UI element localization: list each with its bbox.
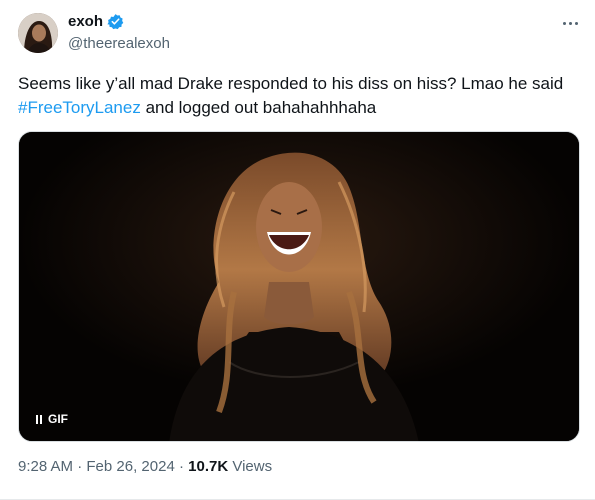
- more-horizontal-icon[interactable]: [559, 16, 581, 30]
- author-name-row[interactable]: exoh: [68, 13, 124, 30]
- tweet-meta: 9:28 AM · Feb 26, 2024 · 10.7K Views: [18, 458, 272, 475]
- author-handle[interactable]: @theerealexoh: [68, 35, 170, 52]
- gif-label: GIF: [48, 412, 68, 426]
- views-count: 10.7K: [188, 458, 229, 475]
- meta-separator: ·: [174, 458, 189, 475]
- tweet-text: Seems like y’all mad Drake responded to …: [18, 72, 578, 120]
- gif-badge[interactable]: GIF: [36, 412, 68, 426]
- tweet-text-before: Seems like y’all mad Drake responded to …: [18, 74, 564, 93]
- hashtag-link[interactable]: #FreeToryLanez: [18, 98, 141, 117]
- tweet-time[interactable]: 9:28 AM: [18, 458, 73, 475]
- author-display-name[interactable]: exoh: [68, 13, 103, 30]
- tweet-date[interactable]: Feb 26, 2024: [86, 458, 174, 475]
- tweet-text-after: and logged out bahahahhhaha: [140, 98, 377, 117]
- gif-frame-image: [19, 132, 579, 441]
- gif-media[interactable]: GIF: [18, 131, 580, 442]
- tweet-card[interactable]: exoh @theerealexoh Seems like y’all mad …: [0, 0, 595, 500]
- avatar[interactable]: [18, 13, 58, 53]
- verified-badge-icon: [107, 13, 124, 30]
- pause-icon[interactable]: [36, 414, 42, 424]
- meta-separator: ·: [73, 458, 87, 475]
- views-label: Views: [228, 458, 273, 475]
